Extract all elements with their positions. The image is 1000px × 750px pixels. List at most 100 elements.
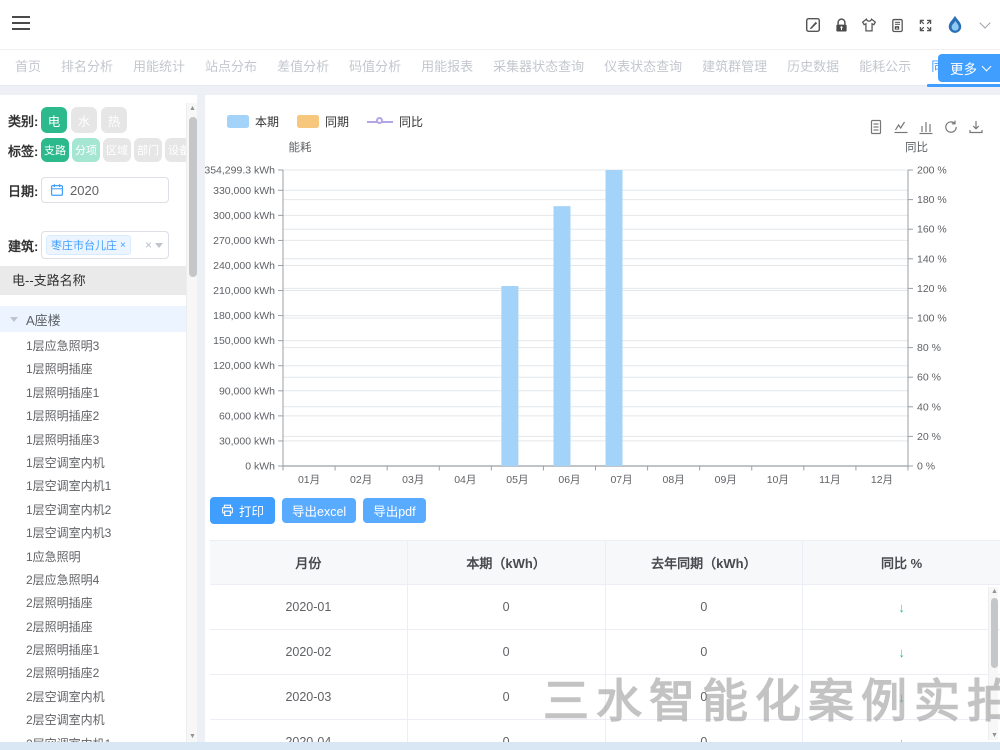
- scrollbar-thumb[interactable]: [189, 117, 197, 277]
- lock-icon[interactable]: [832, 16, 850, 34]
- svg-text:同比: 同比: [905, 141, 928, 154]
- scroll-up-icon[interactable]: ▲: [187, 105, 197, 112]
- tab[interactable]: 码值分析: [349, 50, 401, 86]
- last-year-cell: 0: [606, 675, 804, 719]
- category-button[interactable]: 水: [71, 107, 97, 133]
- tab[interactable]: 采集器状态查询: [493, 50, 584, 86]
- tab[interactable]: 排名分析: [61, 50, 113, 86]
- tab[interactable]: 差值分析: [277, 50, 329, 86]
- svg-text:120,000 kWh: 120,000 kWh: [213, 360, 275, 372]
- menu-icon[interactable]: [12, 16, 30, 31]
- svg-text:60 %: 60 %: [917, 372, 941, 384]
- more-button[interactable]: 更多: [938, 54, 1000, 82]
- table-row[interactable]: 2020-0400↓: [210, 720, 1000, 742]
- export-excel-button[interactable]: 导出excel: [282, 498, 356, 523]
- tab[interactable]: 能耗公示: [859, 50, 911, 86]
- category-button[interactable]: 电: [41, 107, 67, 133]
- chart-legend: 本期 同期 同比: [227, 113, 423, 130]
- tree-item[interactable]: 1层照明插座2: [0, 405, 186, 428]
- sidebar-scrollbar[interactable]: ▲ ▼: [186, 103, 197, 742]
- tag-button[interactable]: 支路: [41, 138, 69, 162]
- topbar-actions: [804, 0, 994, 50]
- tree-expand-caret-icon[interactable]: [10, 317, 18, 322]
- tree-item[interactable]: 1层照明插座1: [0, 382, 186, 405]
- scroll-down-icon[interactable]: ▼: [989, 732, 1000, 739]
- svg-text:330,000 kWh: 330,000 kWh: [213, 185, 275, 197]
- month-cell: 2020-04: [210, 720, 408, 742]
- tab[interactable]: 首页: [15, 50, 41, 86]
- tree-header: 电--支路名称: [0, 266, 186, 295]
- fullscreen-icon[interactable]: [916, 16, 934, 34]
- svg-text:140 %: 140 %: [917, 253, 947, 265]
- tag-label: 标签:: [8, 141, 41, 160]
- tree-item[interactable]: 2层空调室内机: [0, 709, 186, 732]
- table-scrollbar[interactable]: ▲ ▼: [988, 587, 998, 740]
- table-row[interactable]: 2020-0100↓: [210, 585, 1000, 630]
- tree-item[interactable]: 1层应急照明3: [0, 335, 186, 358]
- legend-item[interactable]: 本期: [227, 113, 279, 130]
- svg-text:160 %: 160 %: [917, 224, 947, 236]
- svg-text:0 kWh: 0 kWh: [245, 461, 275, 473]
- tag-button[interactable]: 部门: [134, 138, 162, 162]
- print-button[interactable]: 打印: [210, 497, 275, 524]
- tab-label: 用能报表: [421, 59, 473, 74]
- legend-item[interactable]: 同期: [297, 113, 349, 130]
- tree-item[interactable]: 2层照明插座1: [0, 639, 186, 662]
- tree-item[interactable]: 2层照明插座2: [0, 662, 186, 685]
- id-card-icon[interactable]: [888, 16, 906, 34]
- tag-button[interactable]: 区域: [103, 138, 131, 162]
- top-bar: [0, 0, 1000, 50]
- theme-shirt-icon[interactable]: [860, 16, 878, 34]
- tab[interactable]: 站点分布: [205, 50, 257, 86]
- tree-item[interactable]: 1层照明插座3: [0, 429, 186, 452]
- tree-item[interactable]: 1层空调室内机: [0, 452, 186, 475]
- trend-cell: ↓: [803, 585, 1000, 629]
- svg-text:100 %: 100 %: [917, 313, 947, 325]
- app-logo[interactable]: [944, 14, 966, 36]
- date-input[interactable]: 2020: [41, 177, 169, 203]
- tab[interactable]: 历史数据: [787, 50, 839, 86]
- tree-item[interactable]: 2层应急照明4: [0, 569, 186, 592]
- category-button[interactable]: 热: [101, 107, 127, 133]
- tab[interactable]: 建筑群管理: [702, 50, 767, 86]
- tab-label: 差值分析: [277, 59, 329, 74]
- scrollbar-thumb[interactable]: [991, 598, 998, 668]
- tree-item[interactable]: 2层空调室内机: [0, 686, 186, 709]
- tab[interactable]: 用能统计: [133, 50, 185, 86]
- user-chevron-icon[interactable]: [976, 16, 994, 34]
- tag-filter-row: 标签: 支路分项区域部门设备: [8, 138, 196, 162]
- current-cell: 0: [408, 675, 606, 719]
- tag-close-icon[interactable]: ×: [120, 240, 126, 251]
- tree-root-node[interactable]: A座楼: [0, 306, 186, 332]
- building-select[interactable]: 枣庄市台儿庄 × ×: [41, 231, 169, 259]
- svg-text:11月: 11月: [819, 474, 840, 486]
- select-clear-icon[interactable]: ×: [145, 238, 152, 252]
- tree-item[interactable]: 1应急照明: [0, 546, 186, 569]
- legend-item[interactable]: 同比: [367, 113, 423, 130]
- table-row[interactable]: 2020-0200↓: [210, 630, 1000, 675]
- tree-item[interactable]: 2层照明插座: [0, 592, 186, 615]
- export-pdf-button[interactable]: 导出pdf: [363, 498, 425, 523]
- tag-button[interactable]: 分项: [72, 138, 100, 162]
- table-row[interactable]: 2020-0300↓: [210, 675, 1000, 720]
- tree-item[interactable]: 1层照明插座: [0, 358, 186, 381]
- tree-item[interactable]: 2层照明插座: [0, 616, 186, 639]
- tab-label: 采集器状态查询: [493, 59, 584, 74]
- scroll-up-icon[interactable]: ▲: [989, 588, 1000, 595]
- scroll-down-icon[interactable]: ▼: [187, 733, 197, 740]
- select-caret-icon[interactable]: [155, 243, 163, 248]
- main-panel: 本期同期同比 200 %180 %160 %140 %120 %100 %80 …: [205, 95, 1000, 742]
- building-label: 建筑:: [8, 236, 41, 255]
- building-tag: 枣庄市台儿庄 ×: [46, 235, 131, 255]
- edit-note-icon[interactable]: [804, 16, 822, 34]
- table-header-row: 月份本期（kWh）去年同期（kWh）同比 %: [210, 540, 1000, 585]
- tag-buttons: 支路分项区域部门设备: [41, 138, 196, 162]
- tree-item[interactable]: 1层空调室内机1: [0, 475, 186, 498]
- tab[interactable]: 仪表状态查询: [604, 50, 682, 86]
- tree-item[interactable]: 2层空调室内机1: [0, 733, 186, 742]
- svg-text:40 %: 40 %: [917, 401, 941, 413]
- tab[interactable]: 用能报表: [421, 50, 473, 86]
- tree-item[interactable]: 1层空调室内机3: [0, 522, 186, 545]
- tree-item[interactable]: 1层空调室内机2: [0, 499, 186, 522]
- sidebar: 类别: 电水热 标签: 支路分项区域部门设备 日期: 2020 建筑: 枣庄市台…: [0, 95, 197, 742]
